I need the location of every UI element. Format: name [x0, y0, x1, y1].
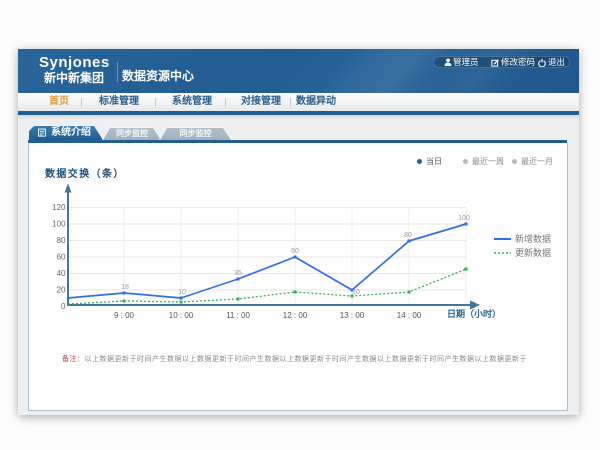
svg-text:12 : 00: 12 : 00	[283, 311, 308, 320]
svg-text:100: 100	[458, 215, 470, 222]
svg-text:0: 0	[61, 302, 66, 311]
svg-text:日期（小时）: 日期（小时）	[447, 308, 501, 319]
svg-text:60: 60	[57, 253, 66, 262]
svg-text:20: 20	[57, 286, 66, 295]
svg-text:新增数据: 新增数据	[515, 233, 551, 244]
svg-text:18: 18	[121, 284, 129, 291]
svg-text:10: 10	[178, 289, 186, 296]
svg-text:80: 80	[57, 236, 66, 245]
svg-text:10: 10	[352, 289, 360, 296]
svg-text:120: 120	[52, 203, 66, 212]
svg-text:100: 100	[52, 220, 66, 229]
svg-text:35: 35	[234, 270, 242, 277]
svg-text:13 : 00: 13 : 00	[340, 311, 365, 320]
svg-text:60: 60	[291, 248, 299, 255]
svg-text:80: 80	[404, 232, 412, 239]
svg-text:40: 40	[57, 269, 66, 278]
svg-text:14 : 00: 14 : 00	[397, 311, 422, 320]
svg-text:10 : 00: 10 : 00	[169, 311, 194, 320]
svg-text:更新数据: 更新数据	[515, 247, 551, 258]
svg-text:9 : 00: 9 : 00	[114, 311, 135, 320]
svg-text:11 : 00: 11 : 00	[226, 311, 250, 320]
